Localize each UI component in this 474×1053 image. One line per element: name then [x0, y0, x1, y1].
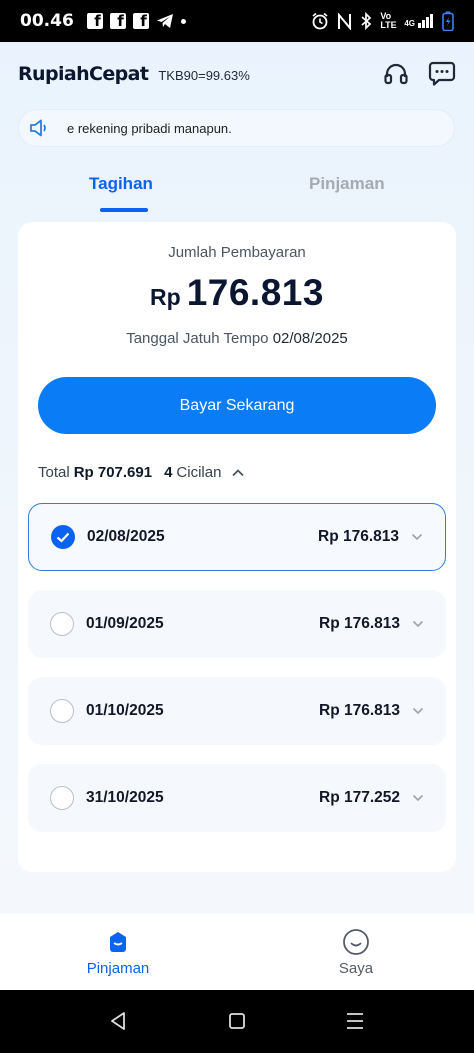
tab-tagihan[interactable]: Tagihan	[89, 174, 153, 194]
header-actions	[382, 60, 456, 88]
signal-icon: 4G	[404, 14, 434, 28]
tab-bar: Tagihan Pinjaman	[0, 166, 474, 216]
chevron-down-icon[interactable]	[412, 620, 424, 628]
status-time: 00.46	[20, 11, 74, 31]
facebook-icon: f	[132, 13, 149, 29]
dot-icon	[180, 18, 186, 24]
profile-smile-icon	[296, 928, 416, 956]
checkbox-checked-icon[interactable]	[51, 525, 75, 549]
system-nav-bar	[0, 990, 474, 1053]
installment-date: 31/10/2025	[86, 789, 164, 806]
installment-amount: Rp 177.252	[319, 789, 400, 806]
installment-row[interactable]: 02/08/2025 Rp 176.813	[28, 503, 446, 571]
status-bar-right: Vo LTE 4G	[311, 11, 454, 31]
recents-menu-icon[interactable]	[345, 1010, 365, 1032]
due-label: Tanggal Jatuh Tempo	[126, 330, 269, 347]
bottom-nav: Pinjaman Saya	[0, 914, 474, 990]
headset-icon[interactable]	[382, 60, 410, 88]
alarm-icon	[312, 12, 328, 30]
installment-date: 01/09/2025	[86, 615, 164, 632]
notice-bar[interactable]: e rekening pribadi manapun.	[18, 109, 455, 147]
tkb-rate: TKB90=99.63%	[158, 67, 250, 83]
status-bar-left: 00.46 f f f	[20, 11, 186, 31]
radio-unchecked-icon[interactable]	[50, 612, 74, 636]
installment-amount: Rp 176.813	[319, 615, 400, 632]
nfc-icon	[338, 12, 352, 30]
brand-logo: RupiahCepat	[18, 63, 149, 85]
due-date-row: Tanggal Jatuh Tempo 02/08/2025	[18, 330, 456, 347]
installment-row[interactable]: 31/10/2025 Rp 177.252	[28, 764, 446, 832]
telegram-icon	[156, 14, 173, 28]
installment-row[interactable]: 01/09/2025 Rp 176.813	[28, 590, 446, 658]
due-date: 02/08/2025	[272, 330, 348, 347]
installment-amount: Rp 176.813	[318, 528, 399, 545]
amount-currency: Rp	[150, 284, 181, 310]
facebook-icon: f	[86, 13, 103, 29]
payment-amount: Rp 176.813	[18, 272, 456, 314]
chat-icon[interactable]	[428, 60, 456, 88]
installment-summary[interactable]: Total Rp 707.691 4 Cicilan	[38, 464, 245, 481]
total-value: Rp 707.691	[73, 464, 153, 481]
home-icon[interactable]	[228, 1010, 246, 1032]
volte-label: Vo LTE	[380, 11, 397, 30]
facebook-icon: f	[109, 13, 126, 29]
bill-card: Jumlah Pembayaran Rp 176.813 Tanggal Jatu…	[18, 222, 456, 872]
chevron-up-icon[interactable]	[231, 468, 245, 478]
battery-icon	[442, 11, 454, 31]
chevron-down-icon[interactable]	[411, 533, 423, 541]
installment-count: 4	[164, 464, 173, 481]
radio-unchecked-icon[interactable]	[50, 786, 74, 810]
app-header: RupiahCepat TKB90=99.63%	[0, 42, 474, 106]
nav-label-pinjaman: Pinjaman	[86, 960, 150, 977]
loan-icon	[58, 928, 178, 956]
notice-text: e rekening pribadi manapun.	[67, 120, 232, 136]
installment-row[interactable]: 01/10/2025 Rp 176.813	[28, 677, 446, 745]
network-label: 4G	[404, 19, 415, 28]
total-label: Total	[38, 464, 70, 481]
back-icon[interactable]	[108, 1010, 128, 1032]
tab-pinjaman[interactable]: Pinjaman	[309, 174, 385, 194]
radio-unchecked-icon[interactable]	[50, 699, 74, 723]
chevron-down-icon[interactable]	[412, 707, 424, 715]
nav-label-saya: Saya	[338, 960, 374, 977]
status-bar: 00.46 f f f Vo LTE 4G	[0, 0, 474, 42]
chevron-down-icon[interactable]	[412, 794, 424, 802]
active-tab-indicator	[100, 208, 148, 212]
amount-label: Jumlah Pembayaran	[168, 244, 306, 261]
installment-date: 02/08/2025	[87, 528, 165, 545]
nav-item-pinjaman[interactable]: Pinjaman	[58, 928, 178, 977]
amount-value: 176.813	[186, 272, 324, 313]
speaker-icon	[30, 119, 46, 137]
installment-date: 01/10/2025	[86, 702, 164, 719]
installment-amount: Rp 176.813	[319, 702, 400, 719]
pay-now-button[interactable]: Bayar Sekarang	[38, 377, 436, 434]
nav-item-saya[interactable]: Saya	[296, 928, 416, 977]
bluetooth-icon	[361, 12, 372, 30]
installment-count-label: Cicilan	[176, 464, 222, 481]
